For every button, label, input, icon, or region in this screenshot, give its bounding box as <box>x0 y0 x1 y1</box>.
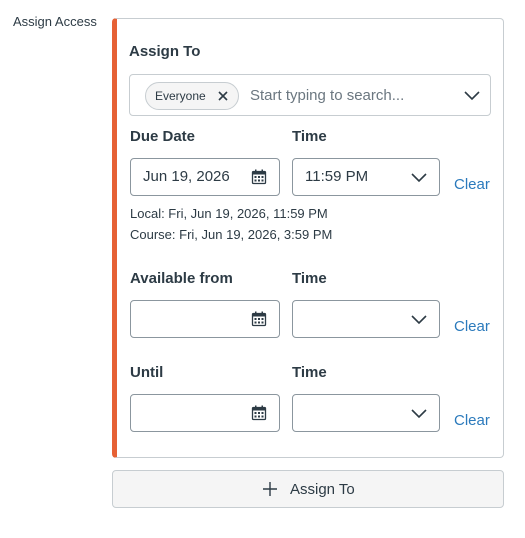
calendar-icon[interactable] <box>251 169 267 185</box>
chevron-down-icon[interactable] <box>411 173 427 183</box>
assign-to-search-input[interactable] <box>250 83 450 107</box>
section-label-assign-access: Assign Access <box>13 14 97 29</box>
due-date-value: Jun 19, 2026 <box>143 168 230 185</box>
until-label: Until <box>130 364 164 381</box>
until-time-label: Time <box>292 364 327 381</box>
until-time-select[interactable] <box>292 394 440 432</box>
available-from-time-select[interactable] <box>292 300 440 338</box>
until-clear-link[interactable]: Clear <box>454 412 490 429</box>
due-time-value: 11:59 PM <box>305 168 369 185</box>
course-time-note: Course: Fri, Jun 19, 2026, 3:59 PM <box>130 227 333 242</box>
assign-to-select[interactable]: Everyone <box>129 74 491 116</box>
assignee-chip-everyone: Everyone <box>145 82 239 110</box>
plus-icon <box>263 482 277 496</box>
assign-card: Assign To Everyone Due Date Time Jun 19,… <box>112 18 504 458</box>
due-date-label: Due Date <box>130 128 196 145</box>
due-time-select[interactable]: 11:59 PM <box>292 158 440 196</box>
due-time-label: Time <box>292 128 327 145</box>
add-assign-to-label: Assign To <box>290 481 355 498</box>
chevron-down-icon[interactable] <box>464 91 480 101</box>
chip-label: Everyone <box>155 89 206 103</box>
close-icon[interactable] <box>216 89 230 103</box>
until-date-input[interactable] <box>130 394 280 432</box>
available-time-label: Time <box>292 270 327 287</box>
add-assign-to-button[interactable]: Assign To <box>112 470 504 508</box>
chevron-down-icon[interactable] <box>411 409 427 419</box>
calendar-icon[interactable] <box>251 405 267 421</box>
assign-to-heading: Assign To <box>129 43 201 60</box>
chevron-down-icon[interactable] <box>411 315 427 325</box>
local-time-note: Local: Fri, Jun 19, 2026, 11:59 PM <box>130 206 328 221</box>
available-from-date-input[interactable] <box>130 300 280 338</box>
due-date-input[interactable]: Jun 19, 2026 <box>130 158 280 196</box>
calendar-icon[interactable] <box>251 311 267 327</box>
due-clear-link[interactable]: Clear <box>454 176 490 193</box>
available-from-label: Available from <box>130 270 233 287</box>
available-from-clear-link[interactable]: Clear <box>454 318 490 335</box>
